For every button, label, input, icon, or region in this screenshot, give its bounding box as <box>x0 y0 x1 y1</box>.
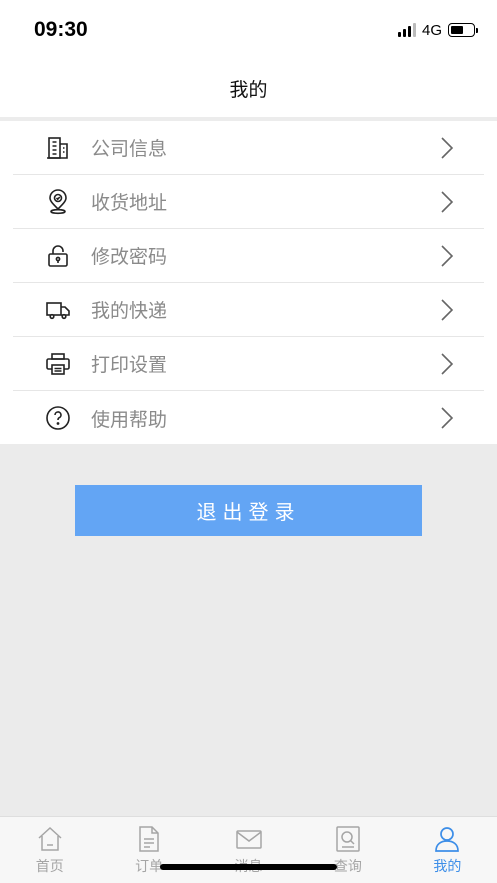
tab-mine[interactable]: 我的 <box>398 817 497 883</box>
menu-label: 我的快递 <box>91 300 168 322</box>
menu-label: 修改密码 <box>91 246 168 268</box>
tab-orders[interactable]: 订单 <box>99 817 198 883</box>
settings-menu: 公司信息 收货地址 修改密码 我的快递 打印设置 使用帮助 <box>0 121 497 444</box>
tab-messages[interactable]: 消息 <box>199 817 298 883</box>
status-indicators: 4G <box>397 20 478 40</box>
user-icon <box>435 827 460 852</box>
tab-label: 首页 <box>35 859 64 875</box>
printer-icon <box>45 351 71 377</box>
menu-item-company-info[interactable]: 公司信息 <box>13 121 484 175</box>
menu-item-print-settings[interactable]: 打印设置 <box>13 337 484 391</box>
chevron-right-icon <box>441 137 454 159</box>
page-title: 我的 <box>229 79 268 101</box>
chevron-right-icon <box>441 191 454 213</box>
help-icon <box>45 405 71 431</box>
menu-label: 收货地址 <box>91 192 168 214</box>
status-time: 09:30 <box>34 18 88 41</box>
chevron-right-icon <box>441 353 454 375</box>
menu-item-help[interactable]: 使用帮助 <box>13 391 484 445</box>
document-icon <box>139 826 159 852</box>
chevron-right-icon <box>441 407 454 429</box>
lock-icon <box>45 243 71 269</box>
menu-item-my-express[interactable]: 我的快递 <box>13 283 484 337</box>
tab-label: 查询 <box>333 859 362 875</box>
mail-icon <box>235 830 262 849</box>
tab-label: 订单 <box>135 859 164 875</box>
building-icon <box>45 135 71 161</box>
tab-home[interactable]: 首页 <box>0 817 99 883</box>
home-indicator <box>160 864 337 870</box>
home-icon <box>38 826 62 851</box>
tab-bar: 首页 订单 消息 查询 我的 <box>0 816 497 883</box>
nav-bar: 我的 <box>0 60 497 117</box>
network-type: 4G <box>421 21 442 39</box>
truck-icon <box>45 297 71 323</box>
menu-label: 打印设置 <box>91 354 168 376</box>
menu-label: 公司信息 <box>91 138 168 160</box>
menu-item-shipping-address[interactable]: 收货地址 <box>13 175 484 229</box>
location-pin-icon <box>45 188 71 215</box>
tab-label: 我的 <box>433 859 462 875</box>
menu-item-change-password[interactable]: 修改密码 <box>13 229 484 283</box>
tab-search[interactable]: 查询 <box>298 817 397 883</box>
search-icon <box>336 826 360 852</box>
status-bar: 09:30 4G <box>0 0 497 60</box>
logout-button[interactable]: 退出登录 <box>75 485 422 536</box>
battery-icon <box>448 23 478 37</box>
signal-icon <box>397 23 416 37</box>
chevron-right-icon <box>441 299 454 321</box>
menu-label: 使用帮助 <box>91 408 168 431</box>
chevron-right-icon <box>441 245 454 267</box>
